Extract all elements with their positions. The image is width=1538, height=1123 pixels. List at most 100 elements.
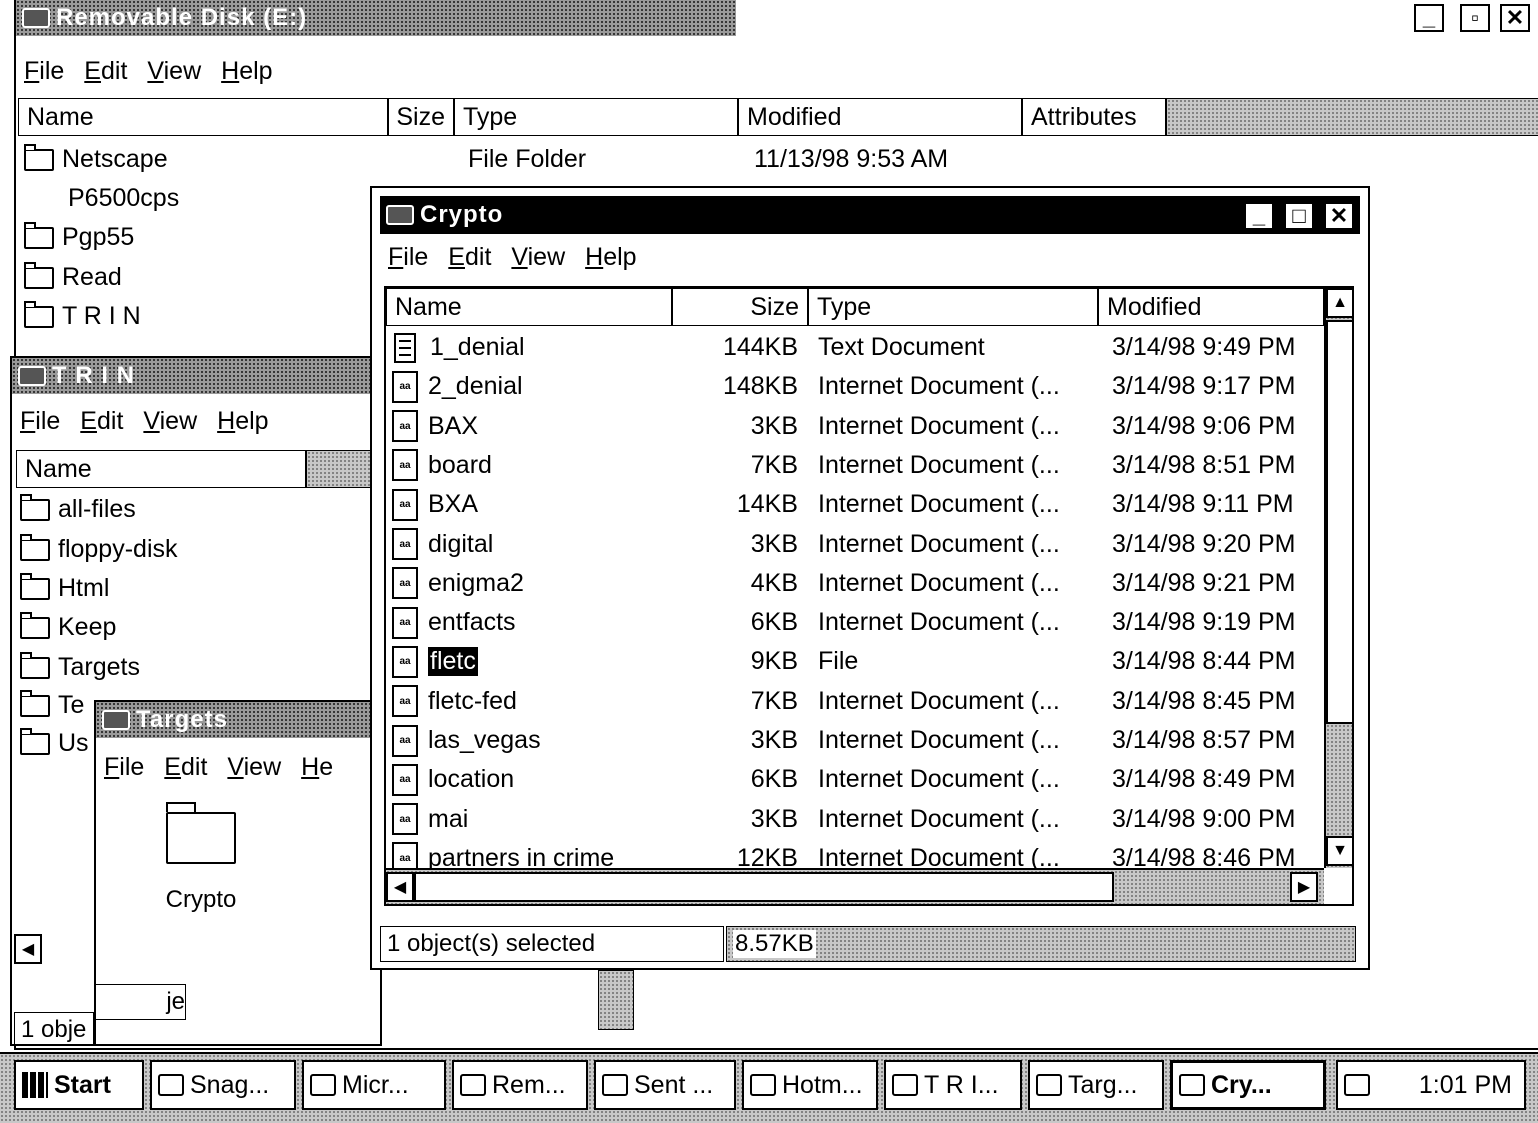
close-button[interactable]: ✕ bbox=[1500, 4, 1530, 32]
taskbar-button-word[interactable]: Micr... bbox=[302, 1060, 446, 1110]
menu-edit[interactable]: Edit bbox=[164, 753, 207, 782]
close-button[interactable]: ✕ bbox=[1324, 202, 1354, 230]
minimize-button[interactable]: _ bbox=[1414, 4, 1444, 32]
file-modified: 3/14/98 9:06 PM bbox=[1112, 411, 1296, 440]
menu-file[interactable]: File bbox=[20, 407, 60, 436]
trin-titlebar[interactable]: T R I N bbox=[12, 358, 380, 394]
taskbar-button-removable[interactable]: Rem... bbox=[452, 1060, 588, 1110]
menu-help[interactable]: Help bbox=[217, 407, 268, 436]
column-header-size[interactable]: Size bbox=[672, 288, 808, 326]
list-item[interactable]: Html bbox=[20, 569, 109, 608]
scroll-left-button[interactable]: ◀ bbox=[14, 934, 42, 964]
start-button[interactable]: Start bbox=[14, 1060, 144, 1110]
file-row[interactable]: aa 2_denial bbox=[392, 367, 523, 406]
menu-edit[interactable]: Edit bbox=[80, 407, 123, 436]
list-item[interactable]: Pgp55 bbox=[24, 218, 134, 257]
list-item[interactable]: P6500cps bbox=[68, 179, 179, 218]
scroll-down-button[interactable]: ▼ bbox=[1326, 836, 1352, 866]
file-name: entfacts bbox=[428, 608, 516, 637]
menu-view[interactable]: View bbox=[143, 407, 197, 436]
internet-document-icon: aa bbox=[392, 449, 418, 482]
column-header-name[interactable]: Name bbox=[386, 288, 672, 326]
file-name: board bbox=[428, 450, 492, 479]
menu-edit[interactable]: Edit bbox=[448, 243, 491, 272]
file-size: 3KB bbox=[750, 804, 798, 833]
resize-grip[interactable] bbox=[598, 970, 634, 1030]
file-row[interactable]: 1_denial bbox=[392, 328, 525, 367]
file-modified: 3/14/98 9:20 PM bbox=[1112, 529, 1296, 558]
vertical-scrollbar[interactable]: ▲ ▼ bbox=[1324, 288, 1352, 868]
list-item[interactable]: Keep bbox=[20, 608, 116, 647]
menu-file[interactable]: File bbox=[388, 243, 428, 272]
column-header-type[interactable]: Type bbox=[454, 98, 738, 136]
scroll-thumb-horizontal[interactable] bbox=[414, 872, 1114, 902]
menu-help[interactable]: He bbox=[301, 753, 333, 782]
file-row[interactable]: aa entfacts bbox=[392, 603, 516, 642]
file-row[interactable]: aa las_vegas bbox=[392, 721, 541, 760]
menu-file[interactable]: File bbox=[104, 753, 144, 782]
crypto-titlebar[interactable]: Crypto bbox=[380, 196, 1360, 234]
file-row[interactable]: aa fletc bbox=[392, 642, 478, 681]
clock[interactable]: 1:01 PM bbox=[1419, 1071, 1512, 1100]
column-header-attributes[interactable]: Attributes bbox=[1022, 98, 1166, 136]
file-name: 2_denial bbox=[428, 372, 523, 401]
list-item[interactable]: Us bbox=[20, 724, 89, 763]
taskbar-button-targets[interactable]: Targ... bbox=[1028, 1060, 1164, 1110]
file-size: 7KB bbox=[750, 686, 798, 715]
column-header-modified[interactable]: Modified bbox=[1098, 288, 1324, 326]
column-header-name[interactable]: Name bbox=[16, 450, 306, 488]
menu-file[interactable]: File bbox=[24, 57, 64, 86]
file-modified: 3/14/98 9:11 PM bbox=[1112, 490, 1294, 519]
list-item[interactable]: Targets bbox=[20, 648, 140, 687]
file-row[interactable]: aa BXA bbox=[392, 485, 478, 524]
list-item[interactable]: T R I N bbox=[24, 297, 141, 336]
menu-view[interactable]: View bbox=[147, 57, 201, 86]
menu-view[interactable]: View bbox=[511, 243, 565, 272]
file-row[interactable]: aa BAX bbox=[392, 407, 478, 446]
maximize-button[interactable]: □ bbox=[1284, 202, 1314, 230]
list-item[interactable]: all-files bbox=[20, 490, 136, 529]
camera-icon bbox=[158, 1074, 184, 1096]
scroll-thumb[interactable] bbox=[1326, 320, 1352, 724]
printer-icon[interactable] bbox=[1344, 1074, 1370, 1096]
list-item[interactable]: Te bbox=[20, 686, 84, 725]
menu-edit[interactable]: Edit bbox=[84, 57, 127, 86]
list-item[interactable]: Netscape bbox=[24, 140, 168, 179]
trin-menubar: File Edit View Help bbox=[12, 402, 380, 440]
crypto-folder-item[interactable]: Crypto bbox=[136, 802, 266, 914]
removable-disk-titlebar[interactable]: Removable Disk (E:) bbox=[16, 0, 736, 36]
list-item[interactable]: Read bbox=[24, 258, 122, 297]
column-header-name[interactable]: Name bbox=[18, 98, 388, 136]
column-header-modified[interactable]: Modified bbox=[738, 98, 1022, 136]
file-row[interactable]: aa fletc-fed bbox=[392, 682, 517, 721]
folder-icon bbox=[1036, 1074, 1062, 1096]
taskbar-button-sent[interactable]: Sent ... bbox=[594, 1060, 736, 1110]
menu-help[interactable]: Help bbox=[221, 57, 272, 86]
targets-titlebar[interactable]: Targets bbox=[96, 702, 380, 738]
file-row[interactable]: aa mai bbox=[392, 800, 468, 839]
taskbar-button-snagit[interactable]: Snag... bbox=[150, 1060, 296, 1110]
menu-view[interactable]: View bbox=[227, 753, 281, 782]
scroll-left-button[interactable]: ◀ bbox=[386, 872, 414, 902]
file-row[interactable]: aa digital bbox=[392, 525, 493, 564]
scroll-up-button[interactable]: ▲ bbox=[1326, 288, 1352, 318]
file-type: Internet Document (... bbox=[818, 490, 1060, 519]
restore-button[interactable]: ▫ bbox=[1460, 4, 1490, 32]
file-row[interactable]: aa board bbox=[392, 446, 492, 485]
internet-document-icon: aa bbox=[392, 370, 418, 403]
scroll-right-button[interactable]: ▶ bbox=[1290, 872, 1318, 902]
taskbar-button-crypto[interactable]: Cry... bbox=[1170, 1060, 1326, 1110]
minimize-button[interactable]: _ bbox=[1244, 202, 1274, 230]
list-item[interactable]: floppy-disk bbox=[20, 530, 178, 569]
targets-menubar: File Edit View He bbox=[96, 748, 380, 786]
taskbar-button-hotmail[interactable]: Hotm... bbox=[742, 1060, 878, 1110]
targets-title: Targets bbox=[136, 706, 228, 733]
taskbar-button-trin[interactable]: T R I... bbox=[884, 1060, 1022, 1110]
folder-icon bbox=[24, 300, 54, 328]
column-header-size[interactable]: Size bbox=[388, 98, 454, 136]
column-header-type[interactable]: Type bbox=[808, 288, 1098, 326]
menu-help[interactable]: Help bbox=[585, 243, 636, 272]
horizontal-scrollbar[interactable]: ◀ ▶ bbox=[386, 868, 1324, 904]
file-row[interactable]: aa enigma2 bbox=[392, 564, 524, 603]
file-row[interactable]: aa location bbox=[392, 760, 514, 799]
